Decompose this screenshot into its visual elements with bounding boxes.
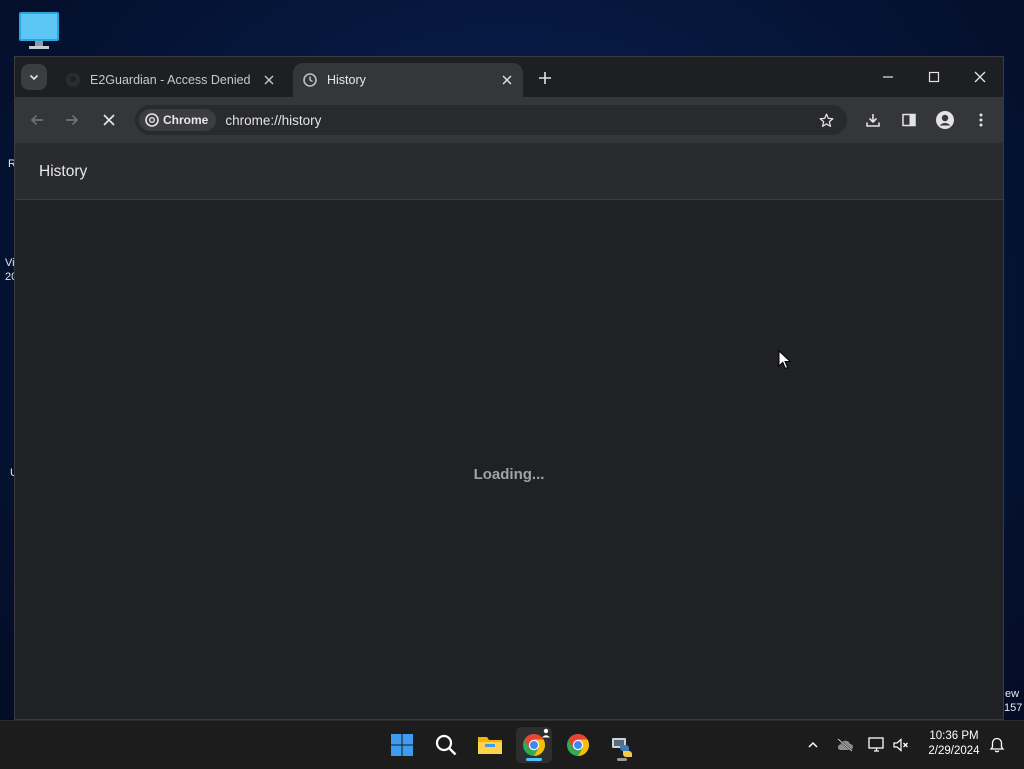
site-info-chip[interactable]: Chrome bbox=[139, 109, 217, 131]
windows-logo-icon bbox=[391, 734, 413, 756]
arrow-right-icon bbox=[66, 114, 79, 126]
notifications-button[interactable] bbox=[985, 733, 1009, 757]
url-text[interactable]: chrome://history bbox=[225, 113, 813, 128]
history-content-area: Loading... bbox=[15, 200, 1003, 719]
tab-e2guardian[interactable]: E2Guardian - Access Denied bbox=[55, 63, 285, 97]
browser-toolbar: Chrome chrome://history bbox=[15, 97, 1003, 143]
profile-badge-icon bbox=[542, 728, 550, 738]
tab-strip: E2Guardian - Access Denied History bbox=[15, 57, 1003, 97]
address-bar[interactable]: Chrome chrome://history bbox=[135, 105, 847, 135]
github-favicon-icon bbox=[65, 72, 81, 88]
file-explorer-button[interactable] bbox=[472, 727, 508, 763]
back-button[interactable] bbox=[25, 108, 49, 132]
onedrive-tray-button[interactable] bbox=[833, 733, 857, 757]
profile-avatar-icon bbox=[936, 111, 954, 129]
volume-muted-icon bbox=[893, 738, 908, 752]
tab-history[interactable]: History bbox=[293, 63, 523, 97]
taskbar: 10:36 PM 2/29/2024 bbox=[0, 720, 1024, 769]
close-tab-icon[interactable] bbox=[497, 70, 517, 90]
chrome-taskbar-button-active[interactable] bbox=[516, 727, 552, 763]
tab-title: E2Guardian - Access Denied bbox=[90, 73, 251, 87]
running-indicator bbox=[617, 758, 627, 761]
desktop-label-fragment: 157 bbox=[1004, 702, 1023, 714]
cloud-offline-icon bbox=[837, 738, 853, 752]
search-icon bbox=[435, 734, 457, 756]
desktop-label-fragment: Vi bbox=[5, 257, 15, 269]
close-icon bbox=[974, 71, 986, 83]
close-window-button[interactable] bbox=[958, 62, 1002, 92]
clock-time: 10:36 PM bbox=[929, 730, 979, 742]
chevron-up-icon bbox=[808, 741, 818, 748]
history-page-header: History bbox=[15, 143, 1003, 200]
loading-text: Loading... bbox=[473, 466, 545, 483]
show-hidden-icons-button[interactable] bbox=[801, 733, 825, 757]
tab-search-button[interactable] bbox=[21, 64, 47, 90]
python-app-taskbar-button[interactable] bbox=[604, 727, 640, 763]
taskbar-search-button[interactable] bbox=[428, 727, 464, 763]
stop-loading-button[interactable] bbox=[97, 108, 121, 132]
mouse-cursor-icon bbox=[778, 350, 792, 370]
chrome-window: E2Guardian - Access Denied History Chrom… bbox=[15, 57, 1003, 719]
site-chip-label: Chrome bbox=[163, 113, 209, 127]
clock-date: 2/29/2024 bbox=[928, 745, 980, 757]
this-pc-desktop-icon[interactable] bbox=[18, 10, 60, 52]
chrome-taskbar-button[interactable] bbox=[560, 727, 596, 763]
chevron-down-icon bbox=[29, 74, 39, 81]
maximize-button[interactable] bbox=[912, 62, 956, 92]
new-tab-button[interactable] bbox=[533, 66, 557, 90]
running-indicator bbox=[526, 758, 542, 761]
arrow-left-icon bbox=[30, 114, 43, 126]
profile-button[interactable] bbox=[933, 108, 957, 132]
desktop-label-fragment: ew bbox=[1005, 688, 1020, 700]
history-favicon-icon bbox=[302, 72, 318, 88]
more-vertical-icon bbox=[979, 113, 983, 127]
download-icon bbox=[866, 114, 880, 127]
minimize-icon bbox=[883, 76, 893, 78]
network-icon bbox=[868, 737, 884, 752]
downloads-button[interactable] bbox=[861, 108, 885, 132]
chrome-logo-icon bbox=[145, 113, 159, 127]
volume-tray-button[interactable] bbox=[889, 733, 913, 757]
network-tray-button[interactable] bbox=[865, 733, 889, 757]
side-panel-icon bbox=[902, 113, 916, 127]
menu-button[interactable] bbox=[969, 108, 993, 132]
bookmark-star-icon[interactable] bbox=[813, 107, 839, 133]
minimize-button[interactable] bbox=[866, 62, 910, 92]
system-clock[interactable]: 10:36 PM 2/29/2024 bbox=[918, 729, 990, 759]
side-panel-button[interactable] bbox=[897, 108, 921, 132]
stop-icon bbox=[103, 114, 115, 126]
python-app-icon bbox=[612, 738, 632, 757]
bell-icon bbox=[989, 737, 1005, 753]
tab-title: History bbox=[327, 73, 366, 87]
folder-icon bbox=[478, 737, 502, 754]
chrome-icon bbox=[567, 734, 589, 756]
close-tab-icon[interactable] bbox=[259, 70, 279, 90]
forward-button[interactable] bbox=[60, 108, 84, 132]
start-button[interactable] bbox=[384, 727, 420, 763]
plus-icon bbox=[539, 72, 551, 84]
maximize-icon bbox=[928, 71, 940, 83]
page-title: History bbox=[39, 163, 88, 180]
